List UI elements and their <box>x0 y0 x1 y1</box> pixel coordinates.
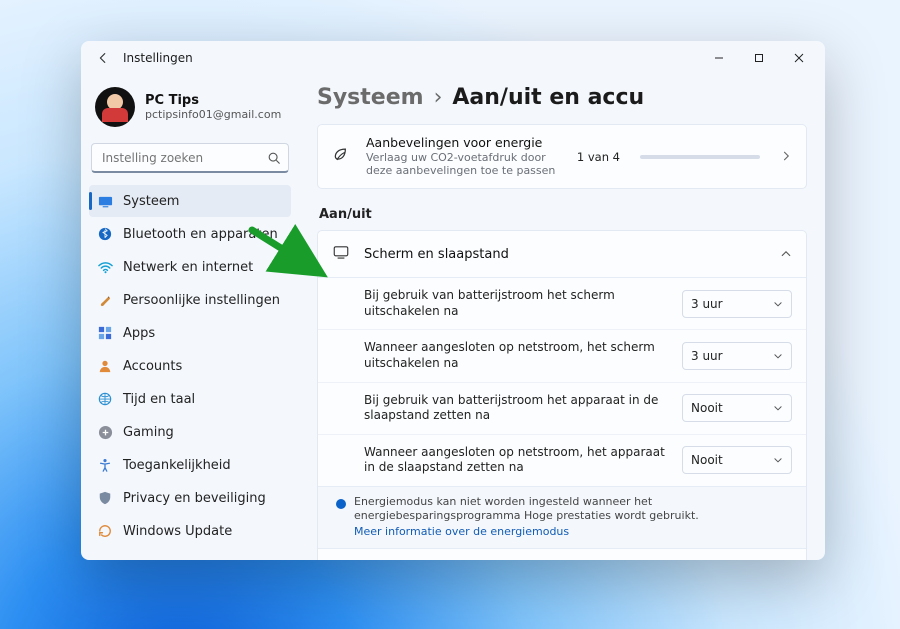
info-icon <box>336 499 346 509</box>
monitor-icon <box>332 243 352 265</box>
screen-sleep-content: Bij gebruik van batterijstroom het scher… <box>318 277 806 560</box>
screen-sleep-card: Scherm en slaapstand Bij gebruik van bat… <box>317 230 807 560</box>
setting-row: Bij gebruik van batterijstroom het appar… <box>318 382 806 434</box>
reco-desc: Verlaag uw CO2-voetafdruk door deze aanb… <box>366 151 565 179</box>
bluetooth-icon <box>97 226 113 242</box>
select-value: 3 uur <box>691 297 723 311</box>
energy-mode-title: Energiemodus <box>364 559 728 560</box>
screen-sleep-header[interactable]: Scherm en slaapstand <box>318 231 806 277</box>
screen-sleep-label: Scherm en slaapstand <box>364 247 768 262</box>
reco-title: Aanbevelingen voor energie <box>366 135 565 151</box>
setting-label: Wanneer aangesloten op netstroom, het sc… <box>364 340 666 371</box>
nav-item-time[interactable]: Tijd en taal <box>89 383 291 415</box>
settings-window: Instellingen PC Tips pctipsinfo01@gmail.… <box>81 41 825 560</box>
nav-item-bluetooth[interactable]: Bluetooth en apparaten <box>89 218 291 250</box>
nav-label: Tijd en taal <box>123 392 195 407</box>
update-icon <box>97 523 113 539</box>
sidebar: PC Tips pctipsinfo01@gmail.com Systeem <box>81 75 299 560</box>
back-button[interactable] <box>91 46 115 70</box>
setting-row: Bij gebruik van batterijstroom het scher… <box>318 278 806 329</box>
profile-email: pctipsinfo01@gmail.com <box>145 108 281 121</box>
info-text: Energiemodus kan niet worden ingesteld w… <box>354 495 699 522</box>
chevron-down-icon <box>773 351 783 361</box>
select-value: Nooit <box>691 401 723 415</box>
breadcrumb-sep: › <box>434 85 443 110</box>
setting-label: Bij gebruik van batterijstroom het scher… <box>364 288 666 319</box>
profile-name: PC Tips <box>145 93 281 109</box>
system-icon <box>97 193 113 209</box>
chevron-down-icon <box>773 299 783 309</box>
nav-label: Toegankelijkheid <box>123 458 231 473</box>
chevron-up-icon <box>780 245 792 264</box>
nav-item-gaming[interactable]: Gaming <box>89 416 291 448</box>
profile-block[interactable]: PC Tips pctipsinfo01@gmail.com <box>89 79 291 137</box>
search-icon <box>267 150 281 169</box>
reco-count: 1 van 4 <box>577 150 620 164</box>
back-icon <box>96 51 110 65</box>
nav-item-windowsupdate[interactable]: Windows Update <box>89 515 291 547</box>
setting-label: Bij gebruik van batterijstroom het appar… <box>364 393 666 424</box>
nav-label: Apps <box>123 326 155 341</box>
nav-label: Privacy en beveiliging <box>123 491 266 506</box>
nav-item-network[interactable]: Netwerk en internet <box>89 251 291 283</box>
select-battery-sleep[interactable]: Nooit <box>682 394 792 422</box>
globe-icon <box>97 391 113 407</box>
app-title: Instellingen <box>123 51 193 65</box>
close-icon <box>794 53 804 63</box>
reco-progress <box>640 155 760 159</box>
search-input[interactable] <box>91 143 289 173</box>
leaf-icon <box>332 145 354 169</box>
apps-icon <box>97 325 113 341</box>
nav-label: Accounts <box>123 359 182 374</box>
setting-row: Wanneer aangesloten op netstroom, het sc… <box>318 329 806 381</box>
chevron-right-icon <box>780 147 792 166</box>
close-button[interactable] <box>779 44 819 72</box>
accessibility-icon <box>97 457 113 473</box>
select-plugged-sleep[interactable]: Nooit <box>682 446 792 474</box>
energy-mode-row[interactable]: Energiemodus Apparaat optimaliseren op b… <box>318 548 806 560</box>
section-header-power: Aan/uit <box>319 207 807 222</box>
minimize-icon <box>714 53 724 63</box>
breadcrumb-parent[interactable]: Systeem <box>317 85 424 110</box>
maximize-button[interactable] <box>739 44 779 72</box>
nav-item-privacy[interactable]: Privacy en beveiliging <box>89 482 291 514</box>
window-controls <box>699 44 819 72</box>
select-battery-screen-off[interactable]: 3 uur <box>682 290 792 318</box>
nav-label: Gaming <box>123 425 174 440</box>
nav-item-apps[interactable]: Apps <box>89 317 291 349</box>
select-plugged-screen-off[interactable]: 3 uur <box>682 342 792 370</box>
wifi-icon <box>97 259 113 275</box>
nav: Systeem Bluetooth en apparaten Netwerk e… <box>89 185 291 547</box>
maximize-icon <box>754 53 764 63</box>
setting-row: Wanneer aangesloten op netstroom, het ap… <box>318 434 806 486</box>
titlebar: Instellingen <box>81 41 825 75</box>
select-value: 3 uur <box>691 349 723 363</box>
nav-item-system[interactable]: Systeem <box>89 185 291 217</box>
nav-label: Bluetooth en apparaten <box>123 227 278 242</box>
minimize-button[interactable] <box>699 44 739 72</box>
gaming-icon <box>97 424 113 440</box>
nav-label: Netwerk en internet <box>123 260 253 275</box>
search-box <box>91 143 289 173</box>
brush-icon <box>97 292 113 308</box>
page-title: Aan/uit en accu <box>452 85 644 110</box>
avatar <box>95 87 135 127</box>
nav-label: Persoonlijke instellingen <box>123 293 280 308</box>
select-value: Nooit <box>691 453 723 467</box>
info-link[interactable]: Meer informatie over de energiemodus <box>354 525 792 539</box>
nav-label: Systeem <box>123 194 179 209</box>
nav-item-accessibility[interactable]: Toegankelijkheid <box>89 449 291 481</box>
nav-label: Windows Update <box>123 524 232 539</box>
breadcrumb: Systeem › Aan/uit en accu <box>317 85 807 110</box>
shield-icon <box>97 490 113 506</box>
setting-label: Wanneer aangesloten op netstroom, het ap… <box>364 445 666 476</box>
chevron-down-icon <box>773 455 783 465</box>
chevron-down-icon <box>773 403 783 413</box>
energy-recommendations-card[interactable]: Aanbevelingen voor energie Verlaag uw CO… <box>317 124 807 189</box>
person-icon <box>97 358 113 374</box>
nav-item-accounts[interactable]: Accounts <box>89 350 291 382</box>
info-row: Energiemodus kan niet worden ingesteld w… <box>318 486 806 548</box>
nav-item-personalization[interactable]: Persoonlijke instellingen <box>89 284 291 316</box>
main-panel: Systeem › Aan/uit en accu Aanbevelingen … <box>299 75 825 560</box>
